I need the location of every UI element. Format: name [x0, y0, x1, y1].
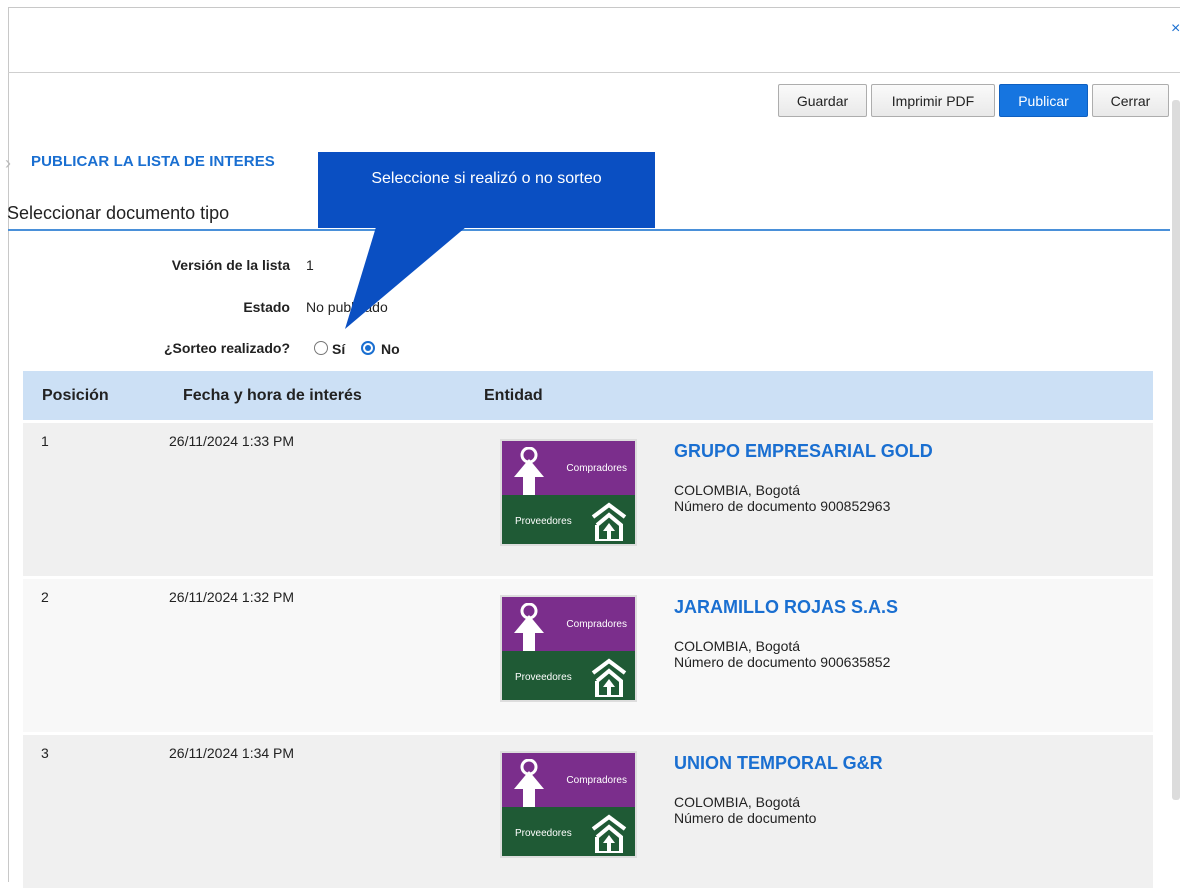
- entity-location: COLOMBIA, Bogotá: [674, 482, 801, 498]
- house-icon: [591, 814, 627, 853]
- column-header-date: Fecha y hora de interés: [183, 387, 362, 404]
- table-header: Posición Fecha y hora de interés Entidad: [23, 371, 1153, 420]
- logo-suppliers-text: Proveedores: [515, 516, 572, 527]
- modal-top-border: [8, 7, 1180, 8]
- callout-text: Seleccione si realizó o no sorteo: [371, 170, 602, 187]
- row-position: 1: [41, 433, 49, 449]
- logo-buyers-text: Compradores: [566, 619, 627, 630]
- logo-buyers-text: Compradores: [566, 463, 627, 474]
- entity-location: COLOMBIA, Bogotá: [674, 794, 801, 810]
- entity-name-link[interactable]: GRUPO EMPRESARIAL GOLD: [674, 441, 933, 462]
- entity-location: COLOMBIA, Bogotá: [674, 638, 801, 654]
- entity-document: Número de documento 900852963: [674, 498, 891, 514]
- interest-table: Posición Fecha y hora de interés Entidad…: [23, 371, 1153, 888]
- header-divider: [8, 72, 1180, 73]
- section-title[interactable]: PUBLICAR LA LISTA DE INTERES: [31, 153, 275, 170]
- row-date: 26/11/2024 1:34 PM: [169, 745, 295, 761]
- version-label: Versión de la lista: [171, 257, 290, 273]
- save-button[interactable]: Guardar: [778, 84, 867, 117]
- table-row: 3 26/11/2024 1:34 PM Compradores Proveed…: [23, 732, 1153, 888]
- chevron-right-icon[interactable]: ›: [5, 153, 11, 174]
- row-date: 26/11/2024 1:33 PM: [169, 433, 295, 449]
- house-icon: [591, 502, 627, 541]
- status-label: Estado: [243, 299, 290, 315]
- print-pdf-button[interactable]: Imprimir PDF: [871, 84, 995, 117]
- draw-no-radio[interactable]: [361, 341, 375, 355]
- up-arrow-icon: [514, 447, 544, 495]
- draw-no-label[interactable]: No: [381, 341, 400, 357]
- subheader-divider: [8, 229, 1170, 231]
- modal-left-border: [8, 7, 9, 882]
- logo-suppliers-text: Proveedores: [515, 828, 572, 839]
- entity-logo: Compradores Proveedores: [500, 595, 637, 702]
- tooltip-callout: Seleccione si realizó o no sorteo: [318, 152, 655, 228]
- close-icon[interactable]: ×: [1171, 20, 1180, 38]
- row-position: 3: [41, 745, 49, 761]
- subheader: Seleccionar documento tipo: [7, 203, 230, 223]
- logo-suppliers-text: Proveedores: [515, 672, 572, 683]
- entity-document: Número de documento: [674, 810, 817, 826]
- house-icon: [591, 658, 627, 697]
- row-position: 2: [41, 589, 49, 605]
- column-header-entity: Entidad: [484, 387, 543, 404]
- logo-buyers-text: Compradores: [566, 775, 627, 786]
- row-date: 26/11/2024 1:32 PM: [169, 589, 295, 605]
- draw-yes-radio[interactable]: [314, 341, 328, 355]
- entity-logo: Compradores Proveedores: [500, 751, 637, 858]
- column-header-position: Posición: [42, 387, 109, 404]
- up-arrow-icon: [514, 759, 544, 807]
- up-arrow-icon: [514, 603, 544, 651]
- version-value: 1: [306, 257, 314, 273]
- callout-pointer: [345, 227, 466, 329]
- entity-name-link[interactable]: UNION TEMPORAL G&R: [674, 753, 883, 774]
- table-row: 1 26/11/2024 1:33 PM Compradores Proveed…: [23, 420, 1153, 576]
- publish-button[interactable]: Publicar: [999, 84, 1088, 117]
- draw-label: ¿Sorteo realizado?: [163, 340, 290, 356]
- vertical-scrollbar[interactable]: [1172, 100, 1180, 800]
- table-row: 2 26/11/2024 1:32 PM Compradores Proveed…: [23, 576, 1153, 732]
- entity-document: Número de documento 900635852: [674, 654, 891, 670]
- entity-logo: Compradores Proveedores: [500, 439, 637, 546]
- draw-yes-label[interactable]: Sí: [332, 341, 345, 357]
- close-button[interactable]: Cerrar: [1092, 84, 1169, 117]
- entity-name-link[interactable]: JARAMILLO ROJAS S.A.S: [674, 597, 898, 618]
